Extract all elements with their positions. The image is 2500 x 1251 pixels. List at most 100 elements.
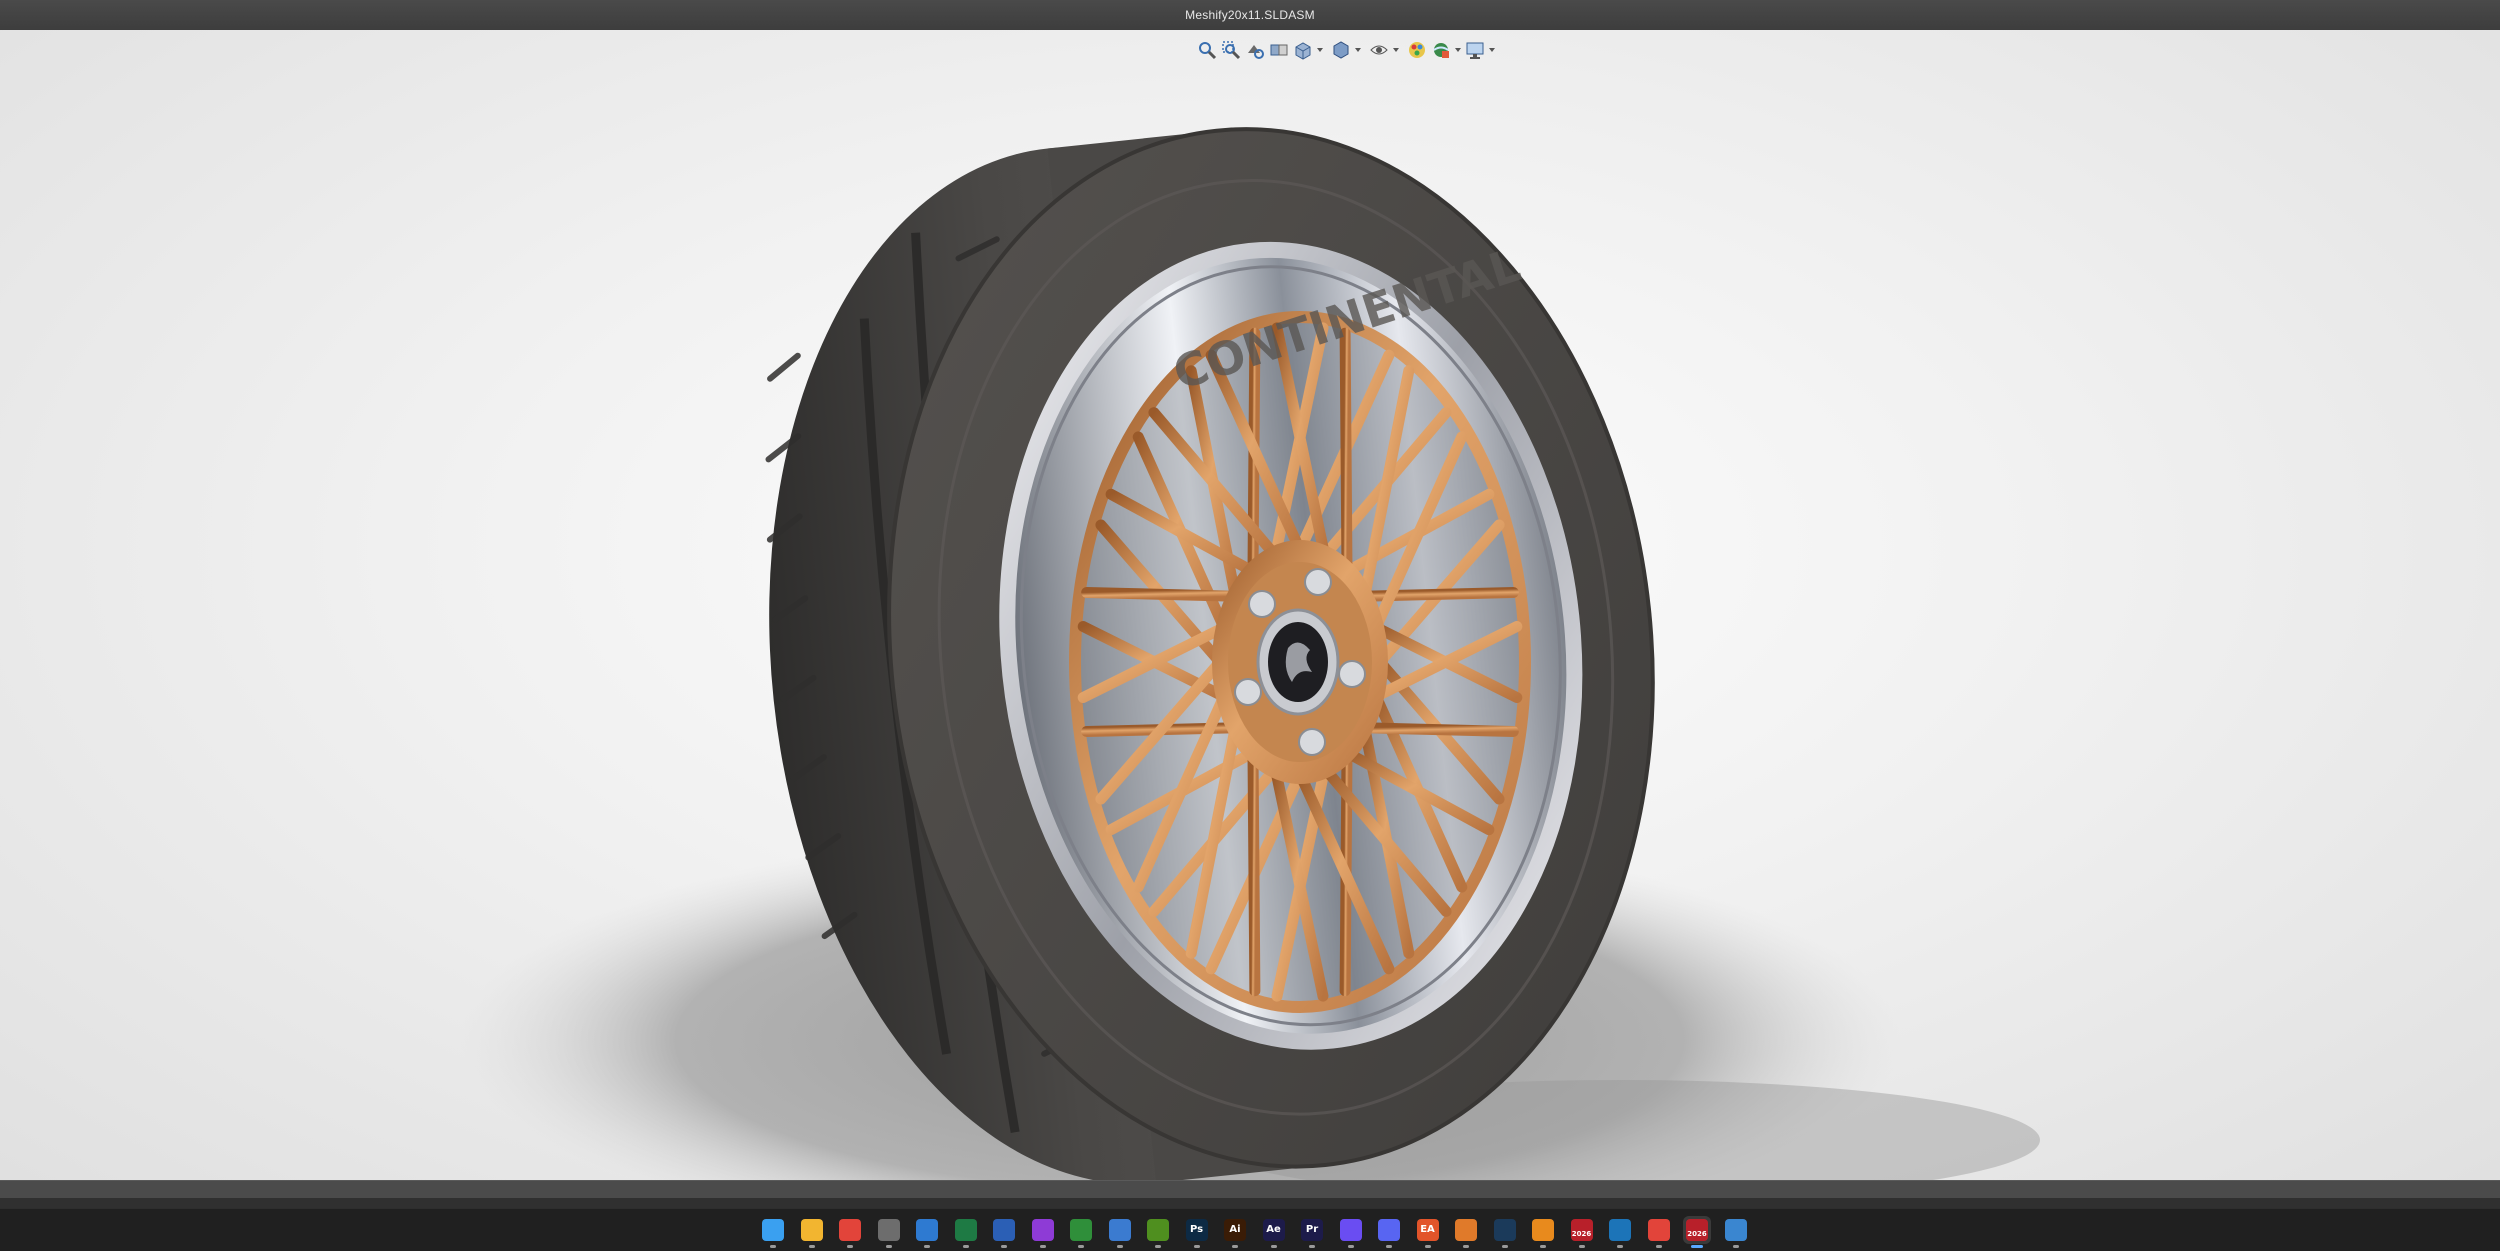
chrome-icon[interactable] (836, 1216, 864, 1248)
running-indicator (1540, 1245, 1546, 1248)
running-indicator (1039, 1245, 1046, 1248)
notepad-glyph (1108, 1219, 1131, 1241)
title-bar: Meshify20x11.SLDASM (0, 0, 2500, 31)
display-style-icon[interactable] (1330, 39, 1352, 61)
ea-app-glyph: EA (1416, 1219, 1439, 1241)
word-glyph (993, 1219, 1015, 1241)
notepad-icon[interactable] (1106, 1216, 1134, 1248)
fusion-glyph (1455, 1219, 1477, 1241)
microsoft-store-glyph (916, 1219, 938, 1241)
camera-app-icon[interactable] (1029, 1216, 1057, 1248)
photoshop-glyph: Ps (1185, 1219, 1208, 1241)
zoom-to-area-icon[interactable] (1220, 39, 1242, 61)
camera-app-glyph (1031, 1219, 1054, 1241)
wheel-spoke (1359, 722, 1519, 737)
file-explorer-glyph (800, 1219, 823, 1241)
chrome-profile-glyph (1647, 1219, 1670, 1241)
illustrator-glyph: Ai (1224, 1219, 1246, 1241)
running-indicator (1347, 1245, 1354, 1248)
solidworks-2026-active-icon[interactable]: 2026 (1683, 1216, 1711, 1248)
after-effects-glyph: Ae (1262, 1219, 1285, 1241)
word-icon[interactable] (990, 1216, 1018, 1248)
chrome-profile-icon[interactable] (1645, 1216, 1673, 1248)
wheel-spoke (1247, 747, 1261, 997)
graphics-viewport[interactable]: CONTINENTAL (0, 30, 2500, 1180)
view-settings-icon[interactable] (1464, 39, 1486, 61)
zoom-to-fit-icon[interactable] (1196, 39, 1218, 61)
microsoft-store-icon[interactable] (913, 1216, 941, 1248)
notes-glyph (1724, 1219, 1747, 1241)
previous-view-icon[interactable] (1244, 39, 1266, 61)
section-view-icon[interactable] (1268, 39, 1290, 61)
running-indicator (1386, 1245, 1392, 1248)
steam-glyph (1493, 1219, 1516, 1241)
xbox-icon[interactable] (1067, 1216, 1095, 1248)
chrome-glyph (839, 1219, 861, 1241)
view-orientation-icon[interactable] (1292, 39, 1314, 61)
solidworks-2026-icon[interactable]: 2026 (1568, 1216, 1596, 1248)
calculator-icon[interactable] (875, 1216, 903, 1248)
running-indicator (1424, 1245, 1431, 1248)
running-indicator (1001, 1245, 1007, 1248)
running-indicator (1193, 1245, 1200, 1248)
running-indicator (1309, 1245, 1315, 1248)
running-indicator (1116, 1245, 1123, 1248)
running-indicator (924, 1245, 930, 1248)
running-indicator (1078, 1245, 1084, 1248)
messenger-glyph (1339, 1219, 1362, 1241)
premiere-icon[interactable]: Pr (1298, 1216, 1326, 1248)
running-indicator (1732, 1245, 1739, 1248)
heads-up-view-toolbar (1196, 36, 1496, 64)
status-bar (0, 1180, 2500, 1198)
window-title: Meshify20x11.SLDASM (1185, 8, 1315, 22)
fusion-icon[interactable] (1452, 1216, 1480, 1248)
windows-start-glyph (762, 1219, 784, 1241)
running-indicator (808, 1245, 815, 1248)
excel-icon[interactable] (952, 1216, 980, 1248)
running-indicator (1655, 1245, 1662, 1248)
wheel-spoke (1081, 587, 1241, 602)
status-bar-divider (0, 1198, 2500, 1208)
calculator-glyph (877, 1219, 900, 1241)
running-indicator (1578, 1245, 1585, 1248)
photoshop-icon[interactable]: Ps (1183, 1216, 1211, 1248)
discord-glyph (1378, 1219, 1400, 1241)
running-indicator (885, 1245, 892, 1248)
wheel-model-render[interactable]: CONTINENTAL (0, 30, 2500, 1180)
windows-start-icon[interactable] (759, 1216, 787, 1248)
blender-glyph (1532, 1219, 1554, 1241)
blender-icon[interactable] (1529, 1216, 1557, 1248)
apply-scene-icon[interactable] (1430, 39, 1452, 61)
running-indicator (1617, 1245, 1623, 1248)
solidworks-2026-glyph: 2026 (1570, 1219, 1593, 1241)
running-indicator (1270, 1245, 1277, 1248)
excel-glyph (954, 1219, 977, 1241)
steam-icon[interactable] (1491, 1216, 1519, 1248)
edit-appearance-icon[interactable] (1406, 39, 1428, 61)
running-indicator (1155, 1245, 1161, 1248)
nvidia-glyph (1147, 1219, 1169, 1241)
sketchup-icon[interactable] (1606, 1216, 1634, 1248)
after-effects-icon[interactable]: Ae (1260, 1216, 1288, 1248)
discord-icon[interactable] (1375, 1216, 1403, 1248)
illustrator-icon[interactable]: Ai (1221, 1216, 1249, 1248)
premiere-glyph: Pr (1301, 1219, 1323, 1241)
running-indicator (847, 1245, 853, 1248)
sketchup-glyph (1609, 1219, 1631, 1241)
running-indicator (962, 1245, 969, 1248)
ea-app-icon[interactable]: EA (1414, 1216, 1442, 1248)
running-indicator (1463, 1245, 1469, 1248)
xbox-glyph (1070, 1219, 1092, 1241)
nvidia-icon[interactable] (1144, 1216, 1172, 1248)
running-indicator (1232, 1245, 1238, 1248)
hide-show-items-icon[interactable] (1368, 39, 1390, 61)
running-indicator (770, 1245, 776, 1248)
solidworks-2026-active-glyph: 2026 (1686, 1219, 1708, 1241)
running-indicator (1691, 1245, 1703, 1248)
file-explorer-icon[interactable] (798, 1216, 826, 1248)
notes-icon[interactable] (1722, 1216, 1750, 1248)
windows-taskbar: Ps Ai Ae Pr EA 2026 2026 (0, 1208, 2500, 1251)
messenger-icon[interactable] (1337, 1216, 1365, 1248)
running-indicator (1501, 1245, 1508, 1248)
wheel-spoke (1339, 327, 1353, 577)
